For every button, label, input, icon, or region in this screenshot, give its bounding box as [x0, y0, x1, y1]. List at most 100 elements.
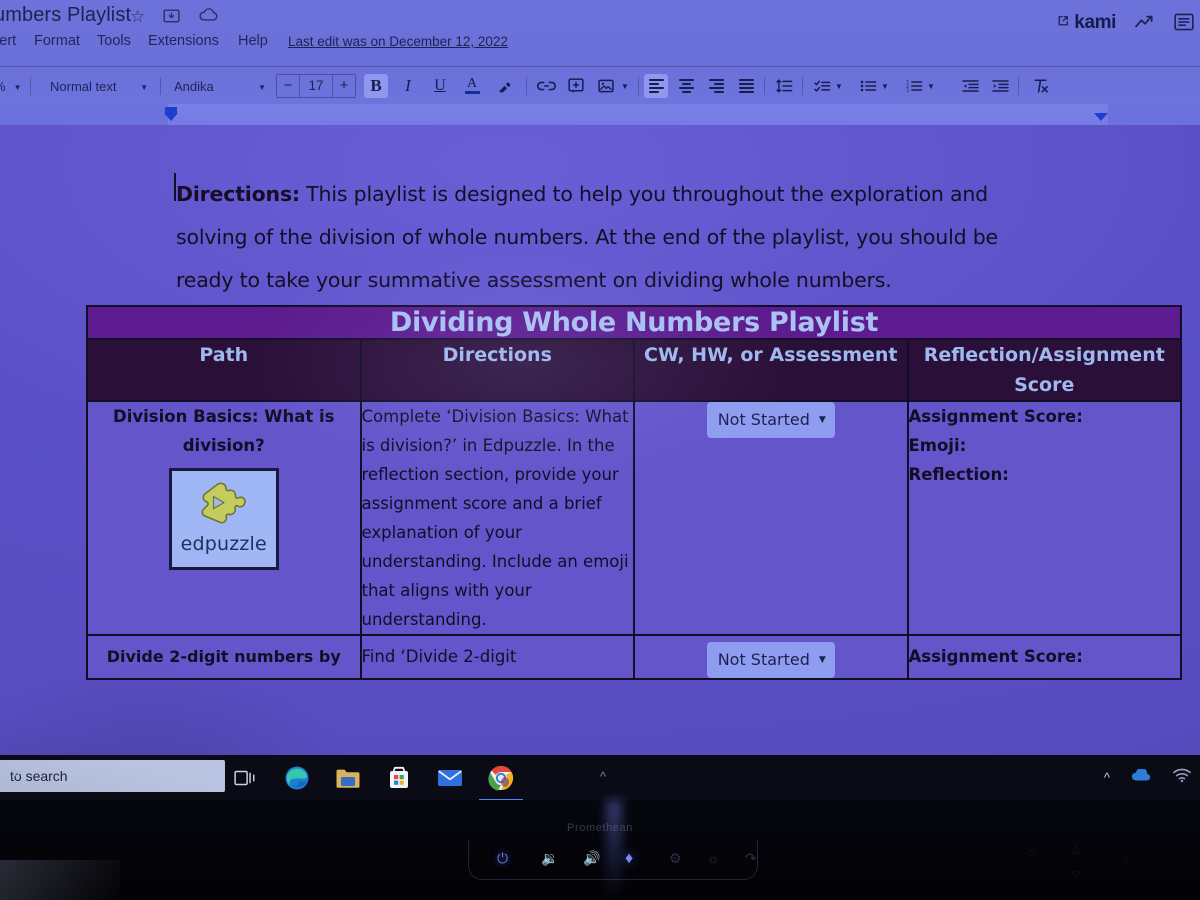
checklist-icon[interactable] — [810, 74, 834, 98]
document-page[interactable]: Directions: This playlist is designed to… — [0, 125, 1200, 800]
clear-formatting-icon[interactable] — [1028, 74, 1052, 98]
text-color-button[interactable]: A — [460, 74, 484, 98]
cell-path[interactable]: Divide 2-digit numbers by — [86, 634, 362, 680]
left-indent-marker[interactable] — [164, 113, 178, 121]
zoom-dropdown[interactable]: % ▼ — [0, 74, 27, 98]
light-flare — [606, 800, 622, 900]
add-comment-icon[interactable] — [564, 74, 588, 98]
insert-image-icon[interactable] — [594, 74, 618, 98]
italic-button[interactable]: I — [396, 74, 420, 98]
cell-path[interactable]: Division Basics: What is division? edpuz… — [86, 400, 362, 636]
flame-icon[interactable]: ♦ — [625, 850, 633, 868]
font-size-stepper[interactable]: − 17 + — [276, 74, 356, 98]
directions-paragraph: Directions: This playlist is designed to… — [176, 173, 1046, 302]
document-ruler[interactable] — [0, 104, 1200, 125]
settings-icon[interactable]: ⚙ — [669, 850, 682, 867]
google-chrome-icon[interactable] — [479, 764, 523, 800]
bezel-glyph: △ — [1072, 844, 1080, 855]
reflection-line: Assignment Score: — [908, 407, 1083, 426]
cell-reflection[interactable]: Assignment Score: Emoji: Reflection: — [906, 400, 1182, 636]
edpuzzle-logo[interactable]: edpuzzle — [168, 468, 279, 570]
move-to-folder-icon[interactable] — [163, 8, 180, 27]
trend-arrow-icon[interactable] — [1134, 14, 1156, 33]
chevron-down-icon[interactable]: ▼ — [924, 74, 938, 98]
align-right-icon[interactable] — [704, 74, 728, 98]
photo-of-promethean-display: umbers Playlist ☆ sert Format Tool — [0, 0, 1200, 900]
status-dropdown-chip[interactable]: Not Started ▼ — [706, 642, 835, 677]
bezel-glyph: ▽ — [1072, 870, 1080, 881]
kami-label: kami — [1074, 12, 1116, 33]
chevron-down-icon[interactable]: ▼ — [832, 74, 846, 98]
cell-directions[interactable]: Complete ‘Division Basics: What is divis… — [359, 400, 635, 636]
cell-status[interactable]: Not Started ▼ — [633, 400, 909, 636]
star-icon[interactable]: ☆ — [130, 8, 145, 26]
cell-status[interactable]: Not Started ▼ — [633, 634, 909, 680]
chevron-down-icon: ▼ — [13, 82, 22, 92]
menu-item-format[interactable]: Format — [34, 33, 80, 49]
chevron-down-icon[interactable]: ▼ — [878, 74, 892, 98]
increase-font-size-button[interactable]: + — [333, 75, 355, 97]
numbered-list-icon[interactable]: 1 2 3 — [902, 74, 926, 98]
align-center-icon[interactable] — [674, 74, 698, 98]
microsoft-edge-icon[interactable] — [283, 764, 311, 792]
onedrive-icon[interactable] — [1130, 767, 1152, 787]
menu-bar: sert Format Tools Extensions Help Last e… — [0, 33, 1200, 57]
decrease-font-size-button[interactable]: − — [277, 75, 299, 97]
menu-item-tools[interactable]: Tools — [97, 33, 131, 49]
last-edit-link[interactable]: Last edit was on December 12, 2022 — [288, 34, 508, 49]
table-row[interactable]: Division Basics: What is division? edpuz… — [86, 400, 1182, 636]
search-input[interactable]: to search — [0, 760, 225, 792]
task-view-icon[interactable] — [232, 764, 260, 792]
power-icon[interactable]: ⏻ — [497, 850, 508, 867]
paragraph-style-dropdown[interactable]: Normal text ▼ — [44, 74, 154, 98]
menu-item-extensions[interactable]: Extensions — [148, 33, 219, 49]
directions-body: This playlist is designed to help you th… — [176, 182, 998, 292]
volume-down-icon[interactable]: 🔉 — [541, 850, 558, 867]
display-screen: umbers Playlist ☆ sert Format Tool — [0, 0, 1200, 800]
insert-link-icon[interactable] — [534, 74, 558, 98]
status-value: Not Started — [717, 410, 810, 429]
microsoft-store-icon[interactable] — [385, 764, 413, 792]
file-explorer-icon[interactable] — [334, 764, 362, 792]
align-justify-icon[interactable] — [734, 74, 758, 98]
highlighter-icon[interactable] — [492, 74, 516, 98]
reflection-line: Reflection: — [908, 465, 1009, 484]
volume-up-icon[interactable]: 🔊 — [583, 850, 600, 867]
increase-indent-icon[interactable] — [988, 74, 1012, 98]
menu-item-insert[interactable]: sert — [0, 33, 16, 49]
status-dropdown-chip[interactable]: Not Started ▼ — [706, 402, 835, 438]
mail-icon[interactable] — [436, 764, 464, 792]
desk-reflection — [0, 860, 120, 900]
right-indent-marker[interactable] — [1094, 113, 1108, 121]
bulleted-list-icon[interactable] — [856, 74, 880, 98]
lamp-icon[interactable]: ☼ — [707, 850, 720, 866]
wifi-icon[interactable] — [1172, 767, 1192, 788]
playlist-table[interactable]: Dividing Whole Numbers Playlist Path Dir… — [86, 305, 1182, 680]
text-color-label: A — [466, 76, 478, 91]
table-row[interactable]: Divide 2-digit numbers by Find ‘Divide 2… — [86, 634, 1182, 680]
hidden-icons-chevron-left[interactable]: ^ — [14, 769, 20, 784]
decrease-indent-icon[interactable] — [958, 74, 982, 98]
document-title[interactable]: umbers Playlist — [0, 4, 131, 27]
cell-directions[interactable]: Find ‘Divide 2-digit — [359, 634, 635, 680]
align-left-icon[interactable] — [644, 74, 668, 98]
bold-button[interactable]: B — [364, 74, 388, 98]
cell-reflection[interactable]: Assignment Score: — [906, 634, 1182, 680]
external-link-icon — [1057, 15, 1069, 30]
document-outline-icon[interactable] — [1174, 13, 1194, 34]
underline-button[interactable]: U — [428, 74, 452, 98]
ruler-right-margin — [1108, 104, 1200, 125]
line-spacing-icon[interactable] — [772, 74, 796, 98]
menu-item-help[interactable]: Help — [238, 33, 268, 49]
top-right-actions: kami — [1057, 12, 1194, 34]
bezel-right-controls: ◇ △ ▽ ○ — [1012, 844, 1182, 888]
kami-extension-button[interactable]: kami — [1057, 12, 1116, 34]
show-hidden-icons-chevron[interactable]: ^ — [600, 769, 606, 784]
show-hidden-icons-chevron[interactable]: ^ — [1104, 770, 1110, 785]
source-icon[interactable]: ↷ — [745, 850, 757, 867]
status-value: Not Started — [717, 650, 810, 669]
font-size-value[interactable]: 17 — [299, 75, 333, 97]
chevron-down-icon[interactable]: ▼ — [618, 74, 632, 98]
font-family-dropdown[interactable]: Andika ▼ — [168, 74, 272, 98]
saved-to-drive-icon[interactable] — [199, 8, 218, 27]
